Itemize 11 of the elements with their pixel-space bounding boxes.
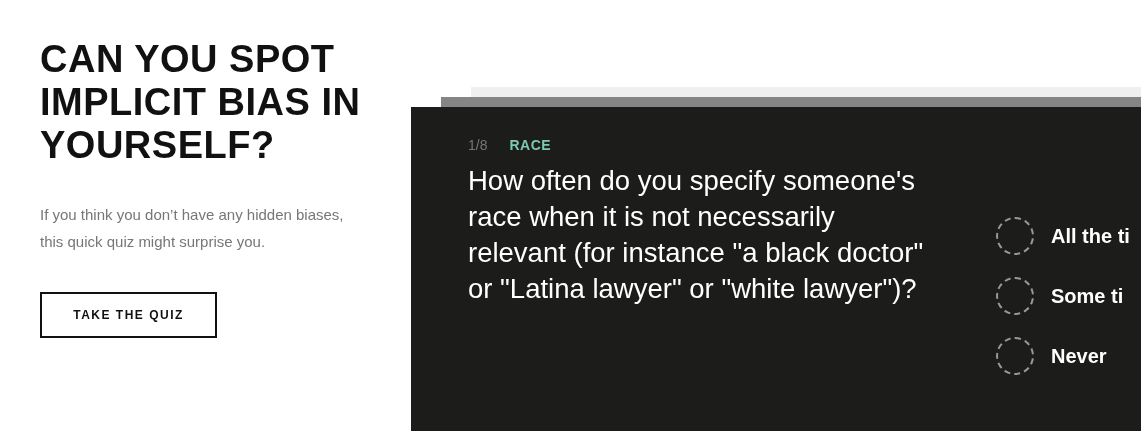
question-text: How often do you specify someone's race when it is not necessarily relevant (for instance "a black doctor" or "Latina lawyer" or "white lawyer")? <box>468 164 925 306</box>
page-title: CAN YOU SPOT IMPLICIT BIAS IN YOURSELF? <box>40 38 362 167</box>
radio-button[interactable] <box>996 277 1034 315</box>
radio-button[interactable] <box>996 337 1034 375</box>
radio-button[interactable] <box>996 217 1034 255</box>
option-label[interactable]: Some ti <box>1051 284 1124 308</box>
option-label[interactable]: Never <box>1051 344 1107 368</box>
subtitle: If you think you don’t have any hidden biases, this quick quiz might surprise you. <box>40 205 345 252</box>
question-category: RACE <box>509 137 552 153</box>
option-label[interactable]: All the ti <box>1051 224 1130 248</box>
take-quiz-button[interactable]: TAKE THE QUIZ <box>40 292 217 338</box>
